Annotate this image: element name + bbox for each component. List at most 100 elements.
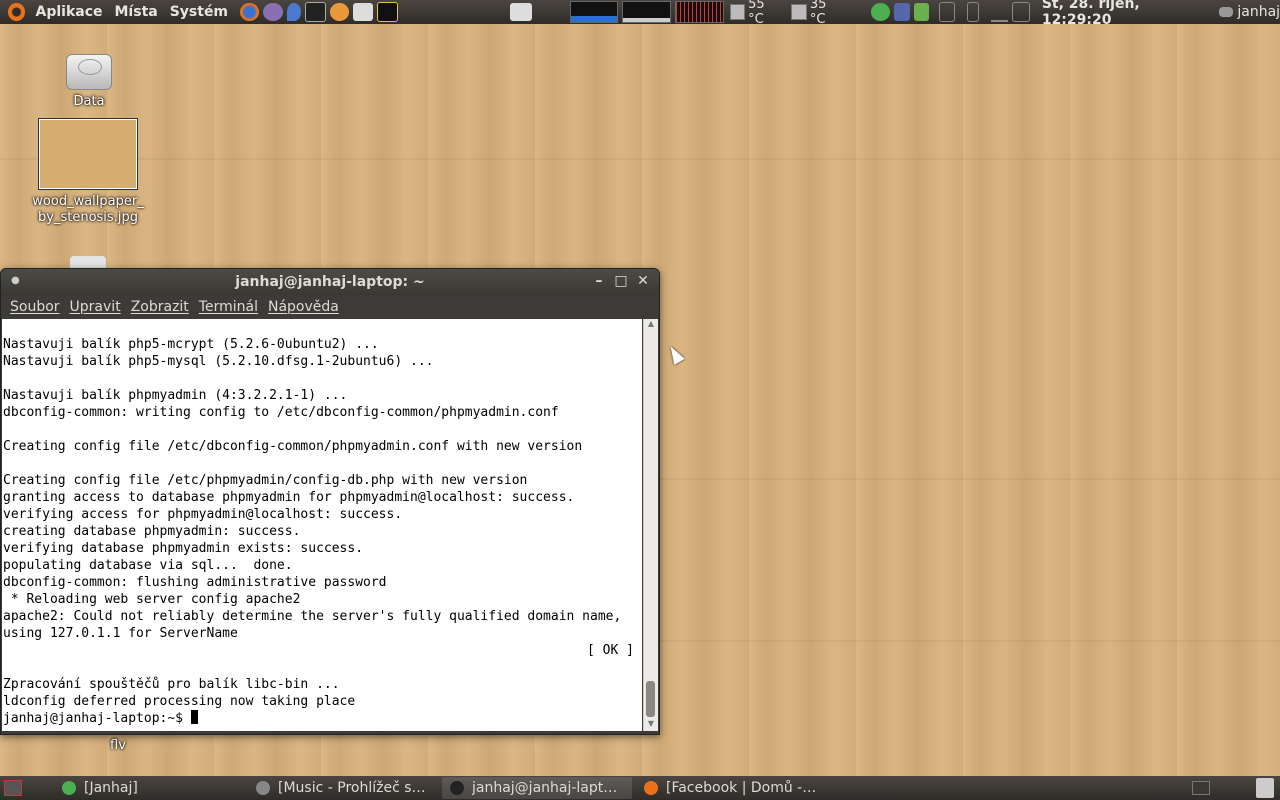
drop-icon[interactable]	[286, 3, 301, 21]
menu-places[interactable]: Místa	[109, 4, 164, 20]
terminal-line: Creating config file /etc/dbconfig-commo…	[3, 439, 583, 454]
trash-icon[interactable]	[1256, 778, 1274, 798]
taskbar-item[interactable]: [Music - Prohlížeč so...	[248, 777, 438, 799]
terminal-line: ldconfig deferred processing now taking …	[3, 694, 356, 709]
chip-icon	[729, 4, 746, 20]
desktop-icon-wallpaper[interactable]: wood_wallpaper_ by_stenosis.jpg	[28, 118, 148, 226]
prompt-line[interactable]: janhaj@janhaj-laptop:~$	[2, 710, 642, 727]
battery-icon[interactable]	[967, 2, 979, 22]
taskbar-item[interactable]: [Facebook | Domů - ...	[636, 777, 826, 799]
cursor	[190, 710, 198, 724]
task-app-icon	[450, 781, 464, 795]
menu-edit[interactable]: Upravit	[70, 299, 121, 315]
menu-system[interactable]: Systém	[164, 4, 234, 20]
bottom-panel: [Janhaj] [Music - Prohlížeč so... janhaj@j…	[0, 776, 1280, 800]
sync-icon[interactable]	[913, 3, 930, 21]
close-icon[interactable]: ✕	[635, 272, 651, 290]
vm-icon[interactable]	[894, 3, 910, 21]
temp-disk-value: 35 °C	[809, 0, 827, 27]
show-desktop-icon[interactable]	[4, 780, 22, 796]
prompt: janhaj@janhaj-laptop:~$	[3, 711, 191, 726]
terminal-line: Creating config file /etc/phpmyadmin/con…	[3, 473, 528, 488]
menu-help[interactable]: Nápověda	[268, 299, 339, 315]
taskbar-item-label: janhaj@janhaj-laptop...	[472, 780, 624, 796]
top-panel: Aplikace Místa Systém 55 °C 35 °C St, 28…	[0, 0, 1280, 28]
taskbar-item-label: [Facebook | Domů - ...	[666, 780, 818, 796]
network-graph[interactable]	[674, 1, 724, 23]
image-thumbnail-icon	[38, 118, 138, 190]
chat-icon	[1219, 7, 1234, 17]
scroll-down-icon[interactable]: ▼	[644, 719, 658, 731]
task-app-icon	[644, 781, 658, 795]
menu-applications[interactable]: Aplikace	[29, 4, 108, 20]
workspace-switcher[interactable]	[1192, 781, 1210, 795]
taskbar-item[interactable]: janhaj@janhaj-laptop...	[442, 777, 632, 799]
terminal-scrollbar[interactable]: ▲ ▼	[643, 319, 658, 731]
menu-terminal[interactable]: Terminál	[199, 299, 258, 315]
window-menu-icon[interactable]: ●	[11, 275, 21, 286]
terminal-line: verifying access for phpmyadmin@localhos…	[3, 507, 403, 522]
terminal-line: creating database phpmyadmin: success.	[3, 524, 301, 539]
chip-icon	[791, 4, 807, 20]
terminal-line: Zpracování spouštěčů pro balík libc-bin …	[3, 677, 340, 692]
drive-icon	[66, 54, 112, 90]
firefox-icon[interactable]	[240, 3, 260, 21]
terminal-line: Nastavuji balík phpmyadmin (4:3.2.2.1-1)…	[3, 388, 348, 403]
user-menu[interactable]: janhaj	[1219, 4, 1280, 20]
terminal-line: * Reloading web server config apache2	[3, 592, 301, 607]
terminal-line: Nastavuji balík php5-mysql (5.2.10.dfsg.…	[3, 354, 434, 369]
pidgin-icon[interactable]	[263, 3, 283, 21]
temp-cpu-value: 55 °C	[748, 0, 765, 27]
bluetooth-icon[interactable]	[939, 2, 956, 22]
user-name: janhaj	[1237, 4, 1280, 20]
temp-cpu: 55 °C	[729, 0, 784, 27]
terminal-output[interactable]: Nastavuji balík php5-mcrypt (5.2.6-0ubun…	[2, 319, 642, 731]
desktop-icon-flv[interactable]: flv	[100, 738, 136, 753]
memory-graph[interactable]	[622, 1, 671, 23]
desktop-icon-label: wood_wallpaper_ by_stenosis.jpg	[32, 194, 144, 225]
cpu-graph[interactable]	[569, 1, 619, 23]
minimize-icon[interactable]: –	[591, 272, 607, 290]
menu-file[interactable]: Soubor	[10, 299, 60, 315]
app-icon[interactable]	[329, 3, 350, 21]
task-app-icon	[62, 781, 76, 795]
task-app-icon	[256, 781, 270, 795]
terminal-line: granting access to database phpmyadmin f…	[3, 490, 575, 505]
play-icon[interactable]	[870, 3, 891, 21]
taskbar-item-label: [Music - Prohlížeč so...	[278, 780, 430, 796]
terminal-window[interactable]: ● janhaj@janhaj-laptop: ~ – □ ✕ Soubor U…	[0, 268, 660, 735]
ubuntu-logo-icon[interactable]	[8, 3, 26, 21]
mouse-pointer-icon	[665, 343, 685, 365]
ok-status: [ OK ]	[587, 643, 634, 658]
maximize-icon[interactable]: □	[613, 272, 629, 290]
terminal-line: apache2: Could not reliably determine th…	[3, 609, 622, 624]
menu-view[interactable]: Zobrazit	[131, 299, 189, 315]
moto-icon[interactable]	[376, 2, 399, 22]
desktop-icon-label: Data	[73, 94, 105, 109]
taskbar-item[interactable]: [Janhaj]	[54, 777, 244, 799]
terminal-line: verifying database phpmyadmin exists: su…	[3, 541, 364, 556]
terminal-icon[interactable]	[304, 2, 326, 22]
screenshot-icon[interactable]	[510, 3, 532, 21]
desktop-icon-data[interactable]: Data	[50, 54, 128, 109]
terminal-line: dbconfig-common: flushing administrative…	[3, 575, 387, 590]
clock[interactable]: St, 28. říjen, 12:29:20	[1042, 0, 1210, 28]
scroll-thumb[interactable]	[646, 681, 655, 717]
desktop-icon-label: flv	[110, 738, 126, 753]
temp-disk: 35 °C	[791, 0, 845, 27]
window-title: janhaj@janhaj-laptop: ~	[235, 274, 425, 290]
terminal-line: using 127.0.1.1 for ServerName	[3, 626, 238, 641]
terminal-menubar: Soubor Upravit Zobrazit Terminál Nápověd…	[1, 295, 659, 319]
scroll-up-icon[interactable]: ▲	[644, 319, 658, 331]
terminal-line: Nastavuji balík php5-mcrypt (5.2.6-0ubun…	[3, 337, 379, 352]
taskbar-item-label: [Janhaj]	[84, 780, 138, 796]
editor-icon[interactable]	[353, 3, 373, 21]
terminal-line: populating database via sql... done.	[3, 558, 293, 573]
terminal-titlebar[interactable]: ● janhaj@janhaj-laptop: ~ – □ ✕	[1, 269, 659, 295]
network-icon[interactable]	[990, 2, 1009, 22]
volume-icon[interactable]	[1012, 2, 1030, 22]
